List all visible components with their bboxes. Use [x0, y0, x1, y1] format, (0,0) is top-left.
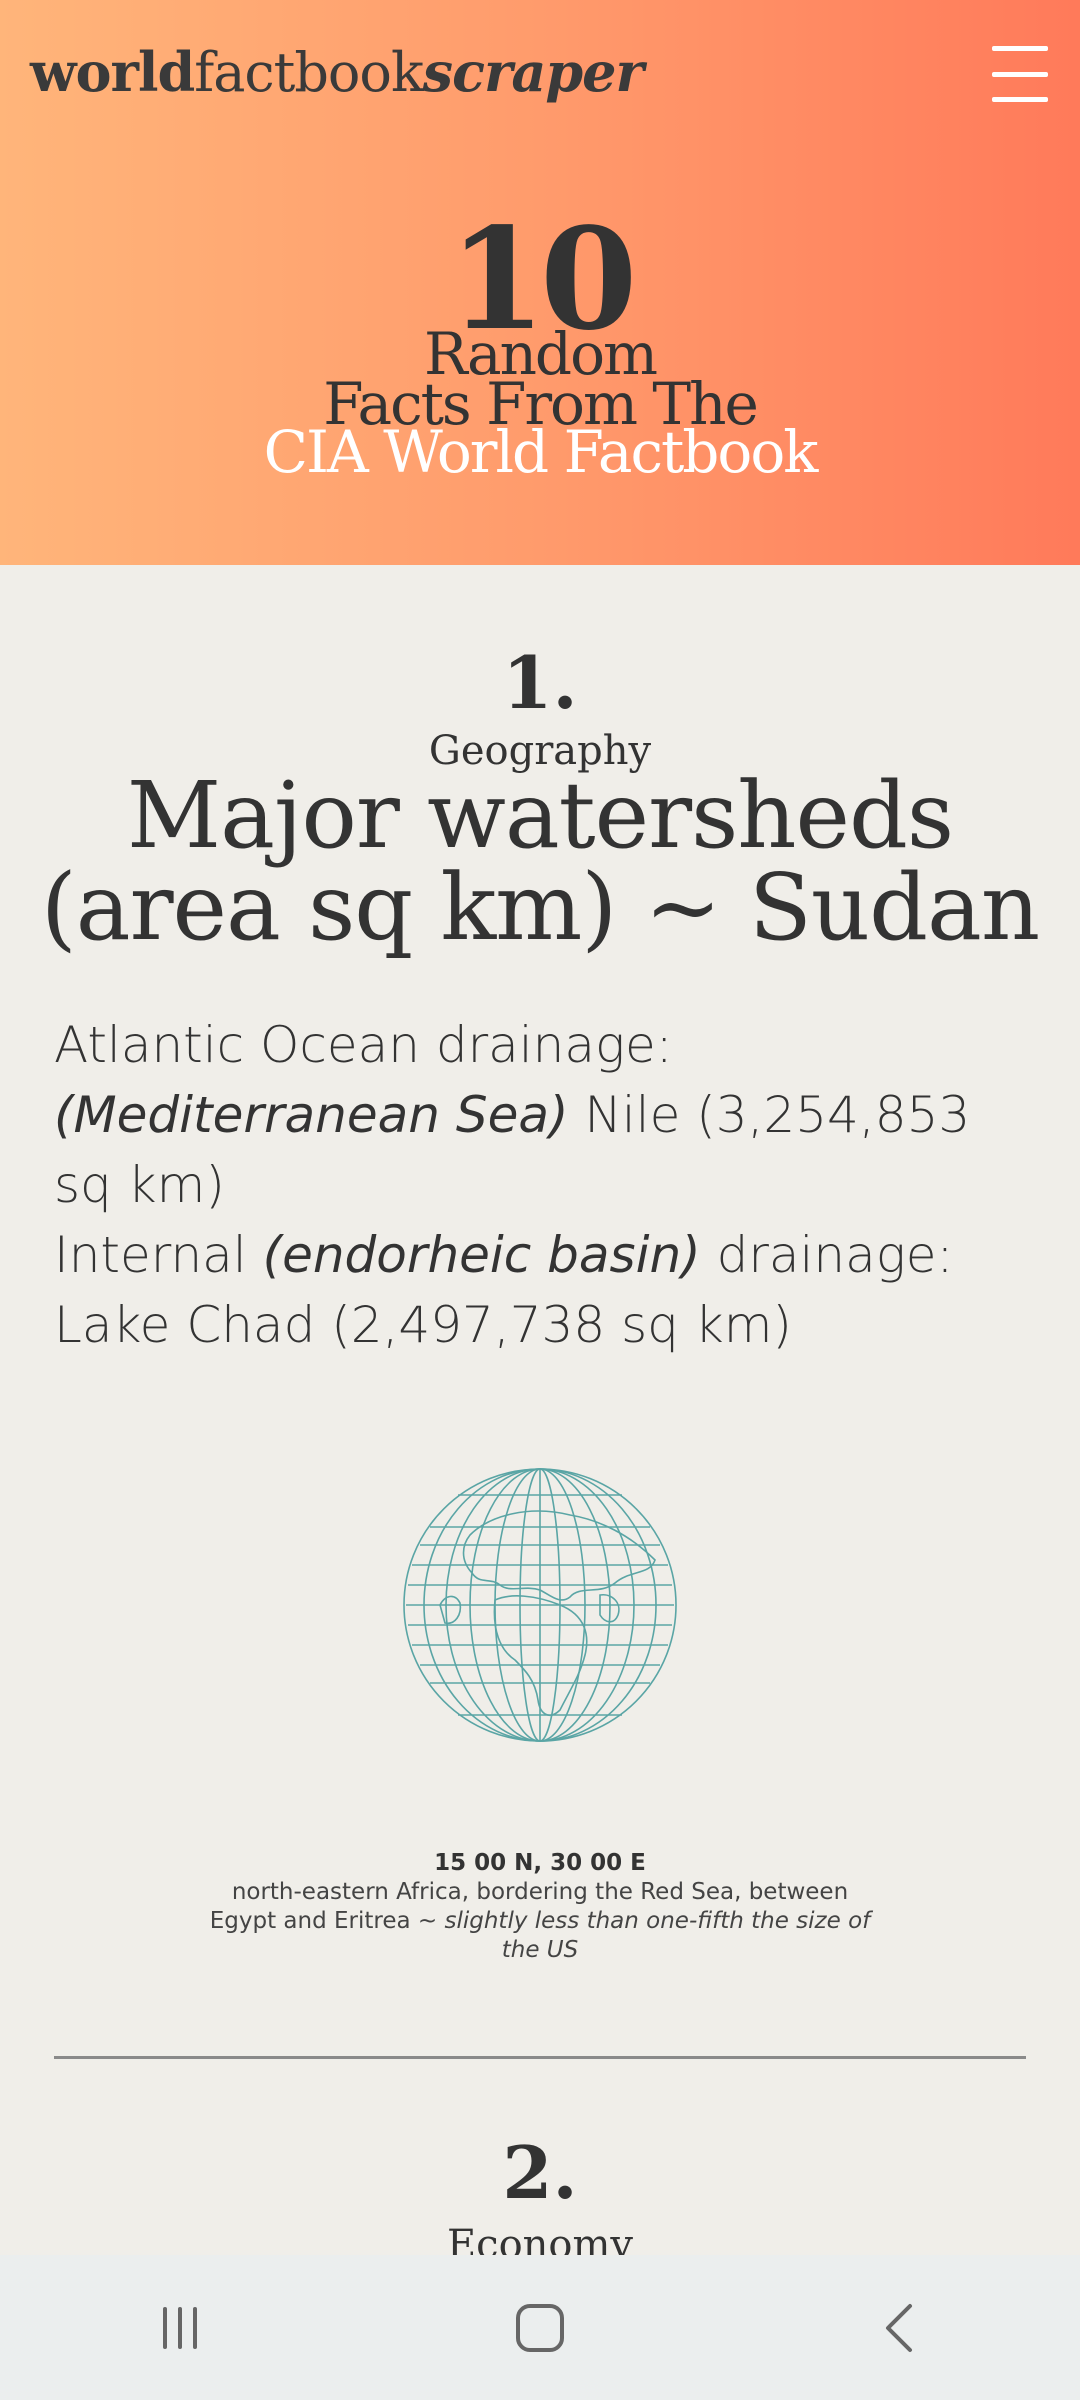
- globe-icon: [403, 1468, 677, 1742]
- hamburger-menu-icon[interactable]: [992, 46, 1048, 102]
- system-navigation-bar: [0, 2255, 1080, 2400]
- fact-number: 2.: [502, 2130, 578, 2215]
- coordinates: 15 00 N, 30 00 E: [434, 1850, 646, 1876]
- fact-paragraph: Atlantic Ocean drainage: (Mediterranean …: [54, 1016, 971, 1214]
- fact-paragraph: Internal (endorheic basin) drainage: Lak…: [54, 1226, 954, 1354]
- brand-logo[interactable]: worldfactbookscraper: [30, 40, 644, 104]
- fact-title: Major watersheds (area sq km) ~ Sudan: [40, 762, 1040, 961]
- back-icon[interactable]: [840, 2288, 960, 2368]
- home-icon[interactable]: [480, 2288, 600, 2368]
- fact-number: 1.: [502, 640, 578, 725]
- hero-banner: worldfactbookscraper 10 Random Facts Fro…: [0, 0, 1080, 565]
- fact-body: Atlantic Ocean drainage: (Mediterranean …: [54, 1010, 1034, 1360]
- brand-scraper: scraper: [422, 40, 644, 104]
- recent-apps-icon[interactable]: [120, 2288, 240, 2368]
- location-description: north-eastern Africa, bordering the Red …: [209, 1879, 871, 1963]
- hero-line-factbook: CIA World Factbook: [263, 418, 819, 486]
- brand-factbook: factbook: [194, 41, 423, 104]
- divider: [54, 2056, 1026, 2059]
- brand-world: world: [30, 40, 195, 104]
